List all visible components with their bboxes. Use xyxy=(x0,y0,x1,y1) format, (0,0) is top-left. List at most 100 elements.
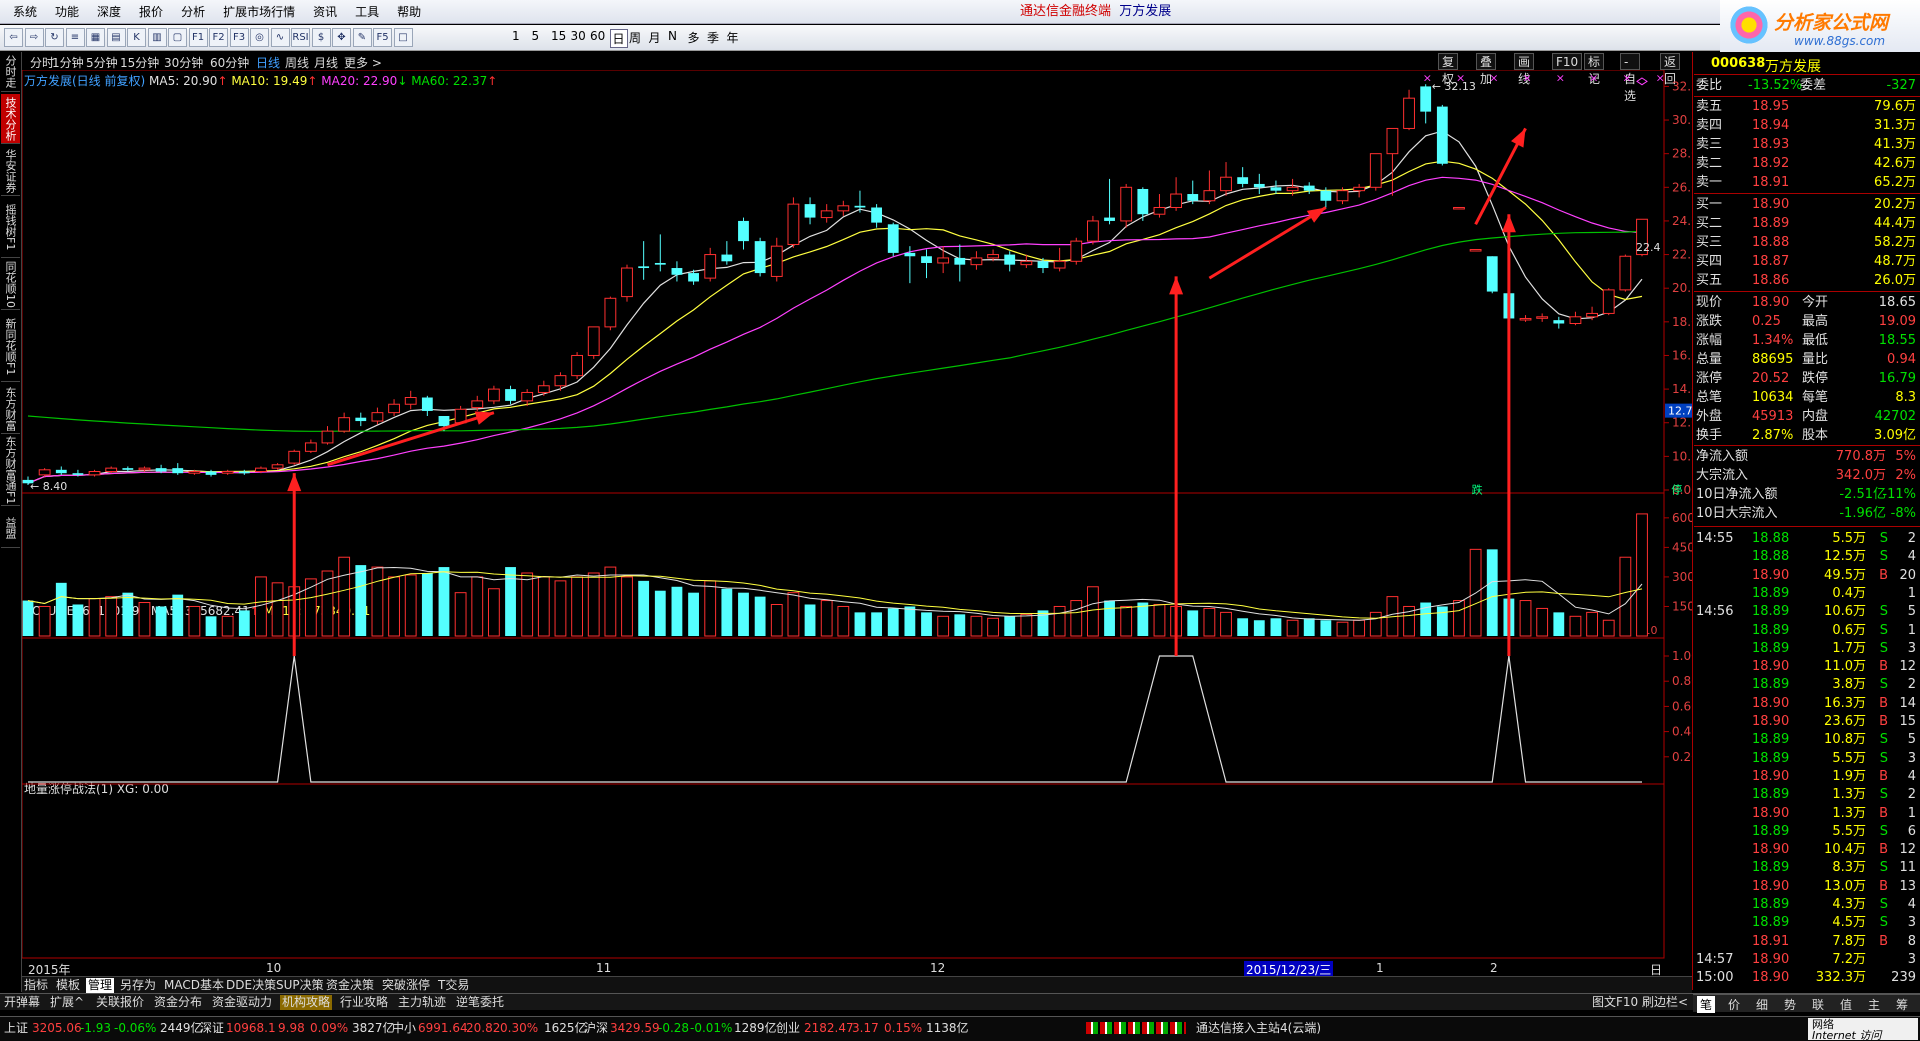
indicator-tab-8[interactable]: 突破涨停 xyxy=(380,978,432,993)
period-tab-4[interactable]: 30分钟 xyxy=(164,54,203,71)
function-tab-2[interactable]: 关联报价 xyxy=(94,995,146,1010)
toolbar-period-5[interactable]: 日 xyxy=(609,29,628,48)
period-tab-2[interactable]: 5分钟 xyxy=(86,54,118,71)
move-icon[interactable]: ✥ xyxy=(332,28,351,47)
menu-8[interactable]: 帮助 xyxy=(388,0,430,24)
toolbar-period-10[interactable]: 季 xyxy=(707,29,719,46)
toolbar-period-9[interactable]: 多 xyxy=(688,29,700,46)
line-chart-icon[interactable]: ∿ xyxy=(270,28,290,47)
indicator-tab-6[interactable]: SUP决策 xyxy=(274,978,326,993)
menu-1[interactable]: 功能 xyxy=(46,0,88,24)
quote-tab-2[interactable]: 细 xyxy=(1753,996,1771,1013)
toolbar-period-7[interactable]: 月 xyxy=(649,29,661,46)
candle-95 xyxy=(1602,288,1615,316)
chart-button-4[interactable]: 标记 xyxy=(1584,53,1605,86)
function-tab-3[interactable]: 资金分布 xyxy=(152,995,204,1010)
period-tab-9[interactable]: 更多 > xyxy=(344,54,382,71)
function-tab-0[interactable]: 开弹幕 xyxy=(2,995,42,1010)
candle-74 xyxy=(1253,173,1265,195)
period-tab-6[interactable]: 日线 xyxy=(256,54,280,71)
side-tab-8[interactable]: 益盟 xyxy=(1,508,20,548)
forward-icon[interactable]: ⇨ xyxy=(24,28,44,47)
indicator-tab-4[interactable]: MACD基本 xyxy=(162,978,226,993)
quote-tab-0[interactable]: 笔 xyxy=(1697,996,1716,1013)
kline-chart[interactable]: 32.00 30.00 28.00 26.00 24.00 22.00 20.00 18.00… xyxy=(22,70,1692,960)
function-tab-4[interactable]: 资金驱动力 xyxy=(210,995,274,1010)
menu-6[interactable]: 资讯 xyxy=(304,0,346,24)
f1-icon[interactable]: F1 xyxy=(188,28,208,47)
quote-tab-5[interactable]: 值 xyxy=(1837,996,1855,1013)
indicator-tab-9[interactable]: T交易 xyxy=(436,978,471,993)
period-tab-8[interactable]: 月线 xyxy=(314,54,338,71)
circle-icon[interactable]: ◎ xyxy=(250,28,269,47)
square-icon[interactable]: □ xyxy=(393,28,413,47)
k-icon[interactable]: K xyxy=(127,28,146,47)
menu-0[interactable]: 系统 xyxy=(4,0,46,24)
refresh-icon[interactable]: ↻ xyxy=(45,28,64,47)
bottom-right-tab-1[interactable]: 刷边栏< xyxy=(1640,995,1690,1010)
side-tab-5[interactable]: 新同花顺F1 xyxy=(1,312,20,382)
indicator-tab-1[interactable]: 模板 xyxy=(54,978,82,993)
list-icon[interactable]: ≡ xyxy=(65,28,85,47)
toolbar-period-11[interactable]: 年 xyxy=(727,29,739,46)
side-tab-0[interactable]: 分时走势 xyxy=(1,52,20,92)
f2-icon[interactable]: F2 xyxy=(209,28,228,47)
indicator-tab-7[interactable]: 资金决策 xyxy=(324,978,376,993)
grid-icon[interactable]: ▦ xyxy=(86,28,105,47)
f5-icon[interactable]: F5 xyxy=(373,28,392,47)
toolbar-period-4[interactable]: 60 xyxy=(590,29,605,43)
quote-tab-3[interactable]: 势 xyxy=(1781,996,1799,1013)
chart-button-6[interactable]: 返回 xyxy=(1660,53,1681,86)
sell-level-2-cell: 18.93 xyxy=(1752,137,1790,152)
period-tab-7[interactable]: 周线 xyxy=(285,54,309,71)
indicator-tab-5[interactable]: DDE决策 xyxy=(224,978,278,993)
period-tab-5[interactable]: 60分钟 xyxy=(210,54,249,71)
chart-icon[interactable]: ▤ xyxy=(106,28,126,47)
period-tab-3[interactable]: 15分钟 xyxy=(120,54,159,71)
rsi-icon[interactable]: RSI xyxy=(291,28,310,47)
quote-tab-6[interactable]: 主 xyxy=(1865,996,1883,1013)
side-tab-1[interactable]: 技术分析 xyxy=(1,94,20,144)
menu-3[interactable]: 报价 xyxy=(130,0,172,24)
f3-icon[interactable]: F3 xyxy=(229,28,249,47)
function-tab-7[interactable]: 主力轨迹 xyxy=(396,995,448,1010)
toolbar-period-2[interactable]: 15 xyxy=(551,29,566,43)
menu-4[interactable]: 分析 xyxy=(172,0,214,24)
period-tab-0[interactable]: 分时 xyxy=(30,54,54,71)
chart-button-0[interactable]: 复权 xyxy=(1438,53,1459,86)
function-tab-5[interactable]: 机构攻略 xyxy=(280,995,333,1010)
indicator-tab-0[interactable]: 指标 xyxy=(22,978,50,993)
function-tab-8[interactable]: 逆笔委托 xyxy=(454,995,506,1010)
chart-button-1[interactable]: 叠加 xyxy=(1476,53,1497,86)
menu-2[interactable]: 深度 xyxy=(88,0,130,24)
menu-5[interactable]: 扩展市场行情 xyxy=(214,0,304,24)
quote-tab-1[interactable]: 价 xyxy=(1725,996,1743,1013)
indicator-tab-2[interactable]: 管理 xyxy=(86,978,115,993)
side-tab-2[interactable]: 华安证券 xyxy=(1,146,20,196)
side-tab-3[interactable]: 摇钱树F1 xyxy=(1,198,20,258)
function-tab-1[interactable]: 扩展^ xyxy=(48,995,86,1010)
chart-button-5[interactable]: -自选 xyxy=(1620,53,1640,103)
chart-button-2[interactable]: 画线 xyxy=(1514,53,1535,86)
toolbar-period-6[interactable]: 周 xyxy=(629,29,641,46)
function-tab-6[interactable]: 行业攻略 xyxy=(338,995,390,1010)
chart-button-3[interactable]: F10 xyxy=(1552,53,1583,70)
menu-7[interactable]: 工具 xyxy=(346,0,388,24)
side-tab-6[interactable]: 东方财富 xyxy=(1,384,20,434)
side-tab-4[interactable]: 同花顺10 xyxy=(1,260,20,310)
toolbar-period-0[interactable]: 1 xyxy=(512,29,520,43)
quote-tab-7[interactable]: 筹 xyxy=(1893,996,1911,1013)
toolbar-period-8[interactable]: N xyxy=(668,29,677,43)
quote-tab-4[interactable]: 联 xyxy=(1809,996,1827,1013)
toolbar-period-3[interactable]: 30 xyxy=(571,29,586,43)
indicator-tab-3[interactable]: 另存为 xyxy=(118,978,158,993)
pen-icon[interactable]: ✎ xyxy=(352,28,372,47)
toolbar-period-1[interactable]: 5 xyxy=(532,29,540,43)
back-icon[interactable]: ⇦ xyxy=(4,28,23,47)
window-icon[interactable]: ▢ xyxy=(168,28,187,47)
table-icon[interactable]: ▥ xyxy=(147,28,167,47)
bottom-right-tab-0[interactable]: 图文F10 xyxy=(1590,995,1640,1010)
dollar-icon[interactable]: $ xyxy=(311,28,331,47)
period-tab-1[interactable]: 1分钟 xyxy=(52,54,84,71)
side-tab-7[interactable]: 东方财富通F1 xyxy=(1,436,20,506)
